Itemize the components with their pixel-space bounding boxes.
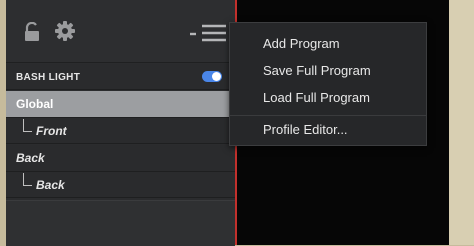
program-header-row[interactable]: BASH LIGHT xyxy=(6,64,235,90)
tree-item-label: Global xyxy=(16,97,54,111)
hamburger-menu-icon[interactable] xyxy=(188,22,228,42)
gear-icon[interactable] xyxy=(54,20,76,42)
menu-item-save-full-program[interactable]: Save Full Program xyxy=(263,63,371,78)
tree-item-label: Back xyxy=(36,178,65,192)
tree-item-front[interactable]: Front xyxy=(6,118,235,144)
tree-item-label: Back xyxy=(16,151,45,165)
program-enable-toggle[interactable] xyxy=(202,71,222,82)
app-window: BASH LIGHT Global Front Back Back Add Pr… xyxy=(0,0,474,246)
tree-item-back-child[interactable]: Back xyxy=(6,172,235,198)
menu-separator xyxy=(230,115,426,116)
sidebar-empty-area xyxy=(6,200,235,246)
tree-item-back[interactable]: Back xyxy=(6,145,235,172)
background-strip xyxy=(449,0,474,245)
tree-item-label: Front xyxy=(36,124,67,138)
program-menu-dropdown: Add Program Save Full Program Load Full … xyxy=(229,22,427,146)
program-sidebar: BASH LIGHT Global Front Back Back xyxy=(6,0,235,246)
tree-item-global[interactable]: Global xyxy=(6,91,235,118)
unlocked-lock-icon[interactable] xyxy=(24,22,40,42)
tree-branch-icon xyxy=(23,119,32,132)
sidebar-toolbar xyxy=(6,0,235,63)
menu-item-load-full-program[interactable]: Load Full Program xyxy=(263,90,370,105)
program-name: BASH LIGHT xyxy=(16,72,81,83)
menu-item-add-program[interactable]: Add Program xyxy=(263,36,340,51)
menu-item-profile-editor[interactable]: Profile Editor... xyxy=(263,122,348,137)
tree-branch-icon xyxy=(23,173,32,186)
